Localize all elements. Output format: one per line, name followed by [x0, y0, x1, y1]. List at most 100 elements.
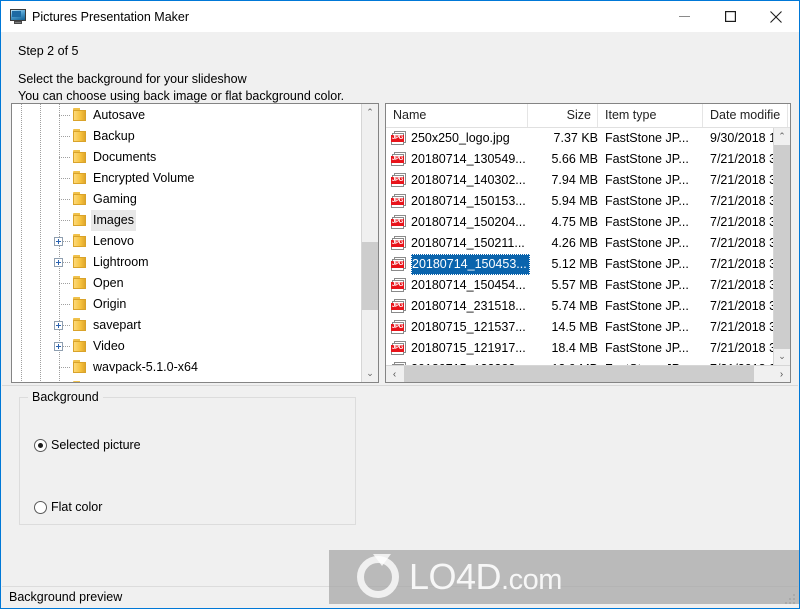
radio-selected-picture-label: Selected picture: [51, 438, 141, 452]
tree-item-lenovo[interactable]: Lenovo: [12, 231, 361, 252]
table-row[interactable]: JPG 20180714_150211... 4.26 MB FastStone JP…: [386, 233, 773, 254]
monitor-icon: [10, 8, 27, 25]
table-row[interactable]: JPG 20180714_150453... 5.12 MB FastStone JP…: [386, 254, 773, 275]
cell-size: 5.74 MB: [551, 299, 598, 313]
resize-grip-icon[interactable]: [783, 592, 795, 604]
jpg-file-icon: JPG: [391, 278, 407, 293]
cell-date: 7/21/2018 3:: [710, 152, 773, 166]
jpg-file-icon: JPG: [391, 194, 407, 209]
file-list-hscrollbar[interactable]: ‹ ›: [386, 365, 790, 382]
tree-item-origin[interactable]: Origin: [12, 294, 361, 315]
tree-item-label: Video: [93, 339, 125, 353]
folder-icon: [73, 150, 89, 164]
cell-size: 4.75 MB: [551, 215, 598, 229]
cell-type: FastStone JP...: [605, 278, 689, 292]
window-controls: [661, 1, 799, 32]
tree-item-autosave[interactable]: Autosave: [12, 105, 361, 126]
cell-date: 7/21/2018 3:: [710, 194, 773, 208]
folder-icon: [73, 297, 89, 311]
table-row[interactable]: JPG 20180715_121537... 14.5 MB FastStone JP…: [386, 317, 773, 338]
scroll-right-icon[interactable]: ›: [773, 366, 790, 382]
background-groupbox-title: Background: [28, 390, 103, 404]
folder-icon: [73, 276, 89, 290]
file-scroll-down-icon[interactable]: ⌄: [774, 348, 790, 365]
column-header-date-modifie[interactable]: Date modifie: [703, 104, 788, 127]
close-button[interactable]: [753, 1, 799, 32]
scroll-up-icon[interactable]: ⌃: [362, 104, 378, 121]
tree-item-backup[interactable]: Backup: [12, 126, 361, 147]
table-row[interactable]: JPG 20180715_121917... 18.4 MB FastStone JP…: [386, 338, 773, 359]
tree-item-label: Gaming: [93, 192, 137, 206]
scroll-down-icon[interactable]: ⌄: [362, 365, 378, 382]
table-row[interactable]: JPG 20180714_150204... 4.75 MB FastStone JP…: [386, 212, 773, 233]
expand-plus-icon[interactable]: [54, 237, 63, 246]
cell-type: FastStone JP...: [605, 215, 689, 229]
expand-plus-icon[interactable]: [54, 258, 63, 267]
table-row[interactable]: JPG 250x250_logo.jpg 7.37 KB FastStone JP..…: [386, 128, 773, 149]
cell-name: 20180714_140302...: [411, 173, 526, 187]
cell-size: 5.12 MB: [551, 257, 598, 271]
table-row[interactable]: JPG 20180714_140302... 7.94 MB FastStone JP…: [386, 170, 773, 191]
jpg-file-icon: JPG: [391, 320, 407, 335]
column-header-item-type[interactable]: Item type: [598, 104, 703, 127]
tree-item-label: Open: [93, 276, 124, 290]
jpg-file-icon: JPG: [391, 131, 407, 146]
cell-size: 4.26 MB: [551, 236, 598, 250]
scroll-left-icon[interactable]: ‹: [386, 366, 403, 382]
tree-item-lightroom[interactable]: Lightroom: [12, 252, 361, 273]
expand-plus-icon[interactable]: [54, 342, 63, 351]
tree-item-video[interactable]: Video: [12, 336, 361, 357]
tree-guide-line: [59, 220, 71, 221]
tree-item-encrypted-volume[interactable]: Encrypted Volume: [12, 168, 361, 189]
radio-flat-color-indicator[interactable]: [34, 500, 47, 514]
tree-guide-line: [59, 304, 71, 305]
cell-type: FastStone JP...: [605, 320, 689, 334]
cell-size: 5.66 MB: [551, 152, 598, 166]
tree-item-gaming[interactable]: Gaming: [12, 189, 361, 210]
cell-date: 7/21/2018 3:: [710, 278, 773, 292]
maximize-button[interactable]: [707, 1, 753, 32]
table-row[interactable]: JPG 20180714_150153... 5.94 MB FastStone JP…: [386, 191, 773, 212]
folder-tree-scrollbar[interactable]: ⌃ ⌄: [361, 104, 378, 382]
expand-plus-icon[interactable]: [54, 321, 63, 330]
cell-size: 7.37 KB: [553, 131, 598, 145]
table-row[interactable]: JPG 20180714_150454... 5.57 MB FastStone JP…: [386, 275, 773, 296]
file-scroll-up-icon[interactable]: ⌃: [774, 128, 790, 145]
tree-item-label: Lightroom: [93, 255, 149, 269]
file-list-header[interactable]: Name Size Item type Date modifie: [386, 104, 790, 128]
folder-icon: [73, 171, 89, 185]
tree-item-savepart[interactable]: savepart: [12, 315, 361, 336]
file-list-vscrollbar[interactable]: ⌃ ⌄: [773, 128, 790, 365]
tree-item-wavpack-5-1-0-x64[interactable]: wavpack-5.1.0-x64: [12, 357, 361, 378]
tree-item-documents[interactable]: Documents: [12, 147, 361, 168]
column-header-size[interactable]: Size: [528, 104, 598, 127]
jpg-file-icon: JPG: [391, 257, 407, 272]
column-header-name[interactable]: Name: [386, 104, 528, 127]
tree-guide-line: [59, 178, 71, 179]
file-list-panel[interactable]: Name Size Item type Date modifie JPG 250x250…: [385, 103, 791, 383]
cell-type: FastStone JP...: [605, 341, 689, 355]
minimize-button[interactable]: [661, 1, 707, 32]
scrollbar-thumb[interactable]: [362, 242, 378, 310]
file-scrollbar-thumb[interactable]: [774, 145, 790, 349]
tree-item-workspace[interactable]: Workspace: [12, 378, 361, 382]
tree-item-label: Encrypted Volume: [93, 171, 195, 185]
tree-item-images[interactable]: Images: [12, 210, 361, 231]
cell-size: 7.94 MB: [551, 173, 598, 187]
radio-selected-picture[interactable]: Selected picture: [34, 438, 141, 452]
folder-icon: [73, 360, 89, 374]
tree-guide-line: [59, 115, 71, 116]
radio-flat-color[interactable]: Flat color: [34, 500, 102, 514]
tree-item-label: Lenovo: [93, 234, 135, 248]
jpg-file-icon: JPG: [391, 152, 407, 167]
table-row[interactable]: JPG 20180714_231518... 5.74 MB FastStone JP…: [386, 296, 773, 317]
hscrollbar-thumb[interactable]: [404, 366, 754, 382]
background-groupbox: Background Selected picture Flat color: [19, 390, 356, 525]
folder-tree-panel[interactable]: Autosave Backup Documents Encrypted Volume G…: [11, 103, 379, 383]
radio-flat-color-label: Flat color: [51, 500, 103, 514]
cell-date: 9/30/2018 10: [710, 131, 773, 145]
cell-type: FastStone JP...: [605, 257, 689, 271]
table-row[interactable]: JPG 20180714_130549... 5.66 MB FastStone JP…: [386, 149, 773, 170]
tree-item-open[interactable]: Open: [12, 273, 361, 294]
radio-selected-picture-indicator[interactable]: [34, 438, 47, 452]
